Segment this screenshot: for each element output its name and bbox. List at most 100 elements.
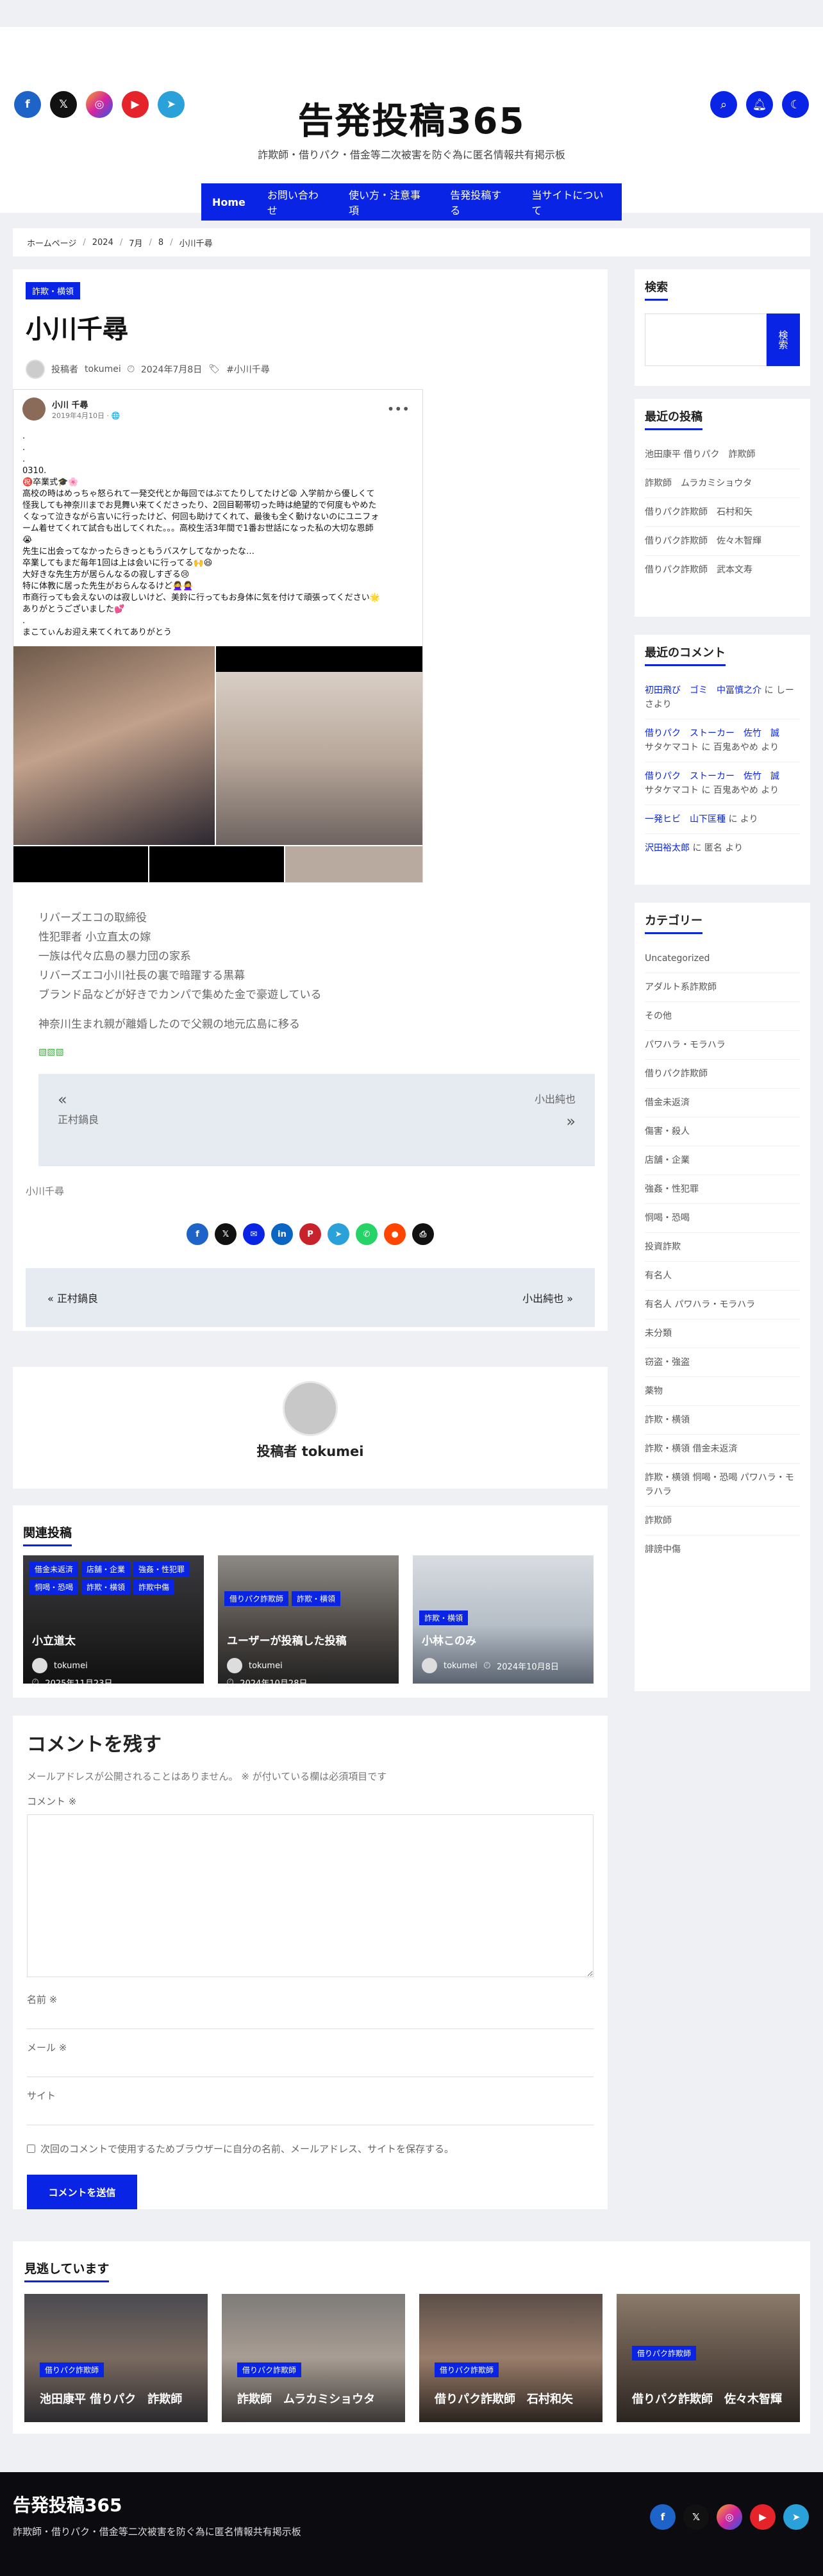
recent-post-link[interactable]: 借りパク詐欺師 武本文寿 [645,556,800,584]
reddit-icon[interactable]: ● [384,1223,406,1245]
category-link[interactable]: 有名人 パワハラ・モラハラ [645,1291,800,1319]
missed-card[interactable]: 借りパク詐欺師 借りパク詐欺師 石村和矢 [419,2294,603,2422]
category-badge[interactable]: 借りパク詐欺師 [237,2363,302,2377]
category-link[interactable]: 強姦・性犯罪 [645,1175,800,1204]
nav-next-link[interactable]: 小出純也 » [522,1290,573,1305]
category-link[interactable]: 借りパク詐欺師 [645,1060,800,1089]
category-badge[interactable]: 借りパク詐欺師 [40,2363,104,2377]
x-icon[interactable]: 𝕏 [683,2504,709,2530]
category-badge[interactable]: 詐欺・横領 [81,1580,131,1594]
category-link[interactable]: 詐欺・横領 借金未返済 [645,1435,800,1464]
category-badge[interactable]: 店舗・企業 [81,1562,131,1577]
related-card-date[interactable]: 2025年11月23日 [45,1677,112,1684]
category-link[interactable]: 窃盗・強盗 [645,1348,800,1377]
nav-usage[interactable]: 使い方・注意事項 [338,183,439,221]
category-badge[interactable]: 借金未返済 [29,1562,79,1577]
category-link[interactable]: 恫喝・恐喝 [645,1204,800,1233]
email-icon[interactable]: ✉ [243,1223,265,1245]
category-badge[interactable]: 恫喝・恐喝 [29,1580,79,1594]
missed-card[interactable]: 借りパク詐欺師 詐欺師 ムラカミショウタ [222,2294,405,2422]
telegram-icon[interactable]: ➤ [783,2504,809,2530]
category-link[interactable]: その他 [645,1002,800,1031]
category-badge[interactable]: 詐欺・横領 [26,282,81,299]
category-link[interactable]: 未分類 [645,1319,800,1348]
category-badge[interactable]: 詐欺・横領 [292,1591,341,1606]
moon-icon[interactable]: ☾ [782,91,809,118]
related-card[interactable]: 借金未返済 店舗・企業 強姦・性犯罪 恫喝・恐喝 詐欺・横領 詐欺中傷 小立道太… [23,1555,204,1684]
category-link[interactable]: 詐欺師 [645,1507,800,1535]
print-icon[interactable]: ⎙ [412,1223,434,1245]
post-date[interactable]: 2024年7月8日 [141,363,202,376]
linkedin-icon[interactable]: in [271,1223,293,1245]
name-field[interactable] [27,2010,594,2029]
missed-card-title[interactable]: 借りパク詐欺師 石村和矢 [435,2390,595,2407]
category-badge[interactable]: 強姦・性犯罪 [133,1562,190,1577]
related-card-title[interactable]: 小林このみ [422,1632,476,1648]
search-input[interactable] [645,314,767,366]
nav-about[interactable]: 当サイトについて [520,183,622,221]
related-card-author[interactable]: tokumei [54,1661,88,1671]
bell-icon[interactable]: 🔔︎ [746,91,773,118]
category-badge[interactable]: 詐欺中傷 [133,1580,175,1594]
related-card-title[interactable]: 小立道太 [32,1632,76,1648]
prev-post-link[interactable]: « 正村鍋良 [58,1091,99,1126]
category-link[interactable]: 店舗・企業 [645,1146,800,1175]
search-icon[interactable]: ⌕ [710,91,737,118]
missed-card[interactable]: 借りパク詐欺師 借りパク詐欺師 佐々木智輝 [617,2294,800,2422]
category-badge[interactable]: 借りパク詐欺師 [435,2363,499,2377]
next-post-link[interactable]: 小出純也 » [535,1091,576,1130]
category-badge[interactable]: 詐欺・横領 [419,1610,469,1625]
missed-card-title[interactable]: 池田康平 借りパク 詐欺師 [40,2390,200,2407]
category-link[interactable]: 薬物 [645,1377,800,1406]
category-link[interactable]: パワハラ・モラハラ [645,1031,800,1060]
comment-author-link[interactable]: 一発ヒビ 山下匡種 [645,814,726,824]
breadcrumb-day[interactable]: 8 [158,238,163,247]
nav-contact[interactable]: お問い合わせ [256,183,338,221]
facebook-icon[interactable]: f [187,1223,208,1245]
recent-post-link[interactable]: 借りパク詐欺師 佐々木智輝 [645,527,800,556]
telegram-icon[interactable]: ➤ [328,1223,349,1245]
nav-submit[interactable]: 告発投稿する [439,183,520,221]
search-button[interactable]: 検索 [767,314,800,366]
x-icon[interactable]: 𝕏 [215,1223,237,1245]
post-tag[interactable]: #小川千尋 [226,363,270,376]
author-link[interactable]: tokumei [85,364,121,374]
category-link[interactable]: アダルト系詐欺師 [645,973,800,1002]
nav-prev-link[interactable]: « 正村鍋良 [47,1290,98,1305]
instagram-icon[interactable]: ◎ [717,2504,742,2530]
category-link[interactable]: 詐欺・横領 [645,1406,800,1435]
related-card[interactable]: 借りパク詐欺師 詐欺・横領 ユーザーが投稿した投稿 tokumei 🕘︎ 202… [218,1555,399,1684]
comment-author-link[interactable]: 初田飛び ゴミ 中冨慎之介 [645,685,761,696]
related-card[interactable]: 詐欺・横領 小林このみ tokumei 🕘︎ 2024年10月8日 [413,1555,594,1684]
breadcrumb-year[interactable]: 2024 [92,238,113,247]
related-card-author[interactable]: tokumei [444,1661,478,1671]
category-link[interactable]: 投資詐欺 [645,1233,800,1262]
missed-card-title[interactable]: 詐欺師 ムラカミショウタ [237,2390,397,2407]
breadcrumb-month[interactable]: 7月 [129,237,142,249]
comment-author-link[interactable]: 借りパク ストーカー 佐竹 誠 [645,771,779,782]
category-link[interactable]: 借金未返済 [645,1089,800,1117]
comment-author-link[interactable]: 沢田裕太郎 [645,843,690,853]
author-box-link[interactable]: tokumei [302,1444,364,1459]
submit-comment-button[interactable]: コメントを送信 [27,2175,137,2209]
recent-post-link[interactable]: 池田康平 借りパク 詐欺師 [645,440,800,469]
facebook-icon[interactable]: f [650,2504,676,2530]
category-link[interactable]: 誹謗中傷 [645,1535,800,1564]
nav-home[interactable]: Home [201,183,256,221]
category-link[interactable]: 詐欺・横領 恫喝・恐喝 パワハラ・モラハラ [645,1464,800,1507]
youtube-icon[interactable]: ▶ [750,2504,776,2530]
category-link[interactable]: Uncategorized [645,944,800,973]
email-field[interactable] [27,2058,594,2077]
breadcrumb-home[interactable]: ホームページ [27,237,76,249]
category-badge[interactable]: 借りパク詐欺師 [224,1591,289,1606]
footer-title[interactable]: 告発投稿365 [13,2491,122,2517]
category-link[interactable]: 傷害・殺人 [645,1117,800,1146]
site-title[interactable]: 告発投稿365 [0,92,823,144]
related-card-author[interactable]: tokumei [249,1661,283,1671]
save-info-checkbox[interactable] [27,2145,35,2153]
comment-author-link[interactable]: 借りパク ストーカー 佐竹 誠 [645,728,779,739]
missed-card-title[interactable]: 借りパク詐欺師 佐々木智輝 [632,2390,792,2407]
related-card-title[interactable]: ユーザーが投稿した投稿 [227,1632,347,1648]
category-link[interactable]: 有名人 [645,1262,800,1291]
category-badge[interactable]: 借りパク詐欺師 [632,2346,697,2361]
